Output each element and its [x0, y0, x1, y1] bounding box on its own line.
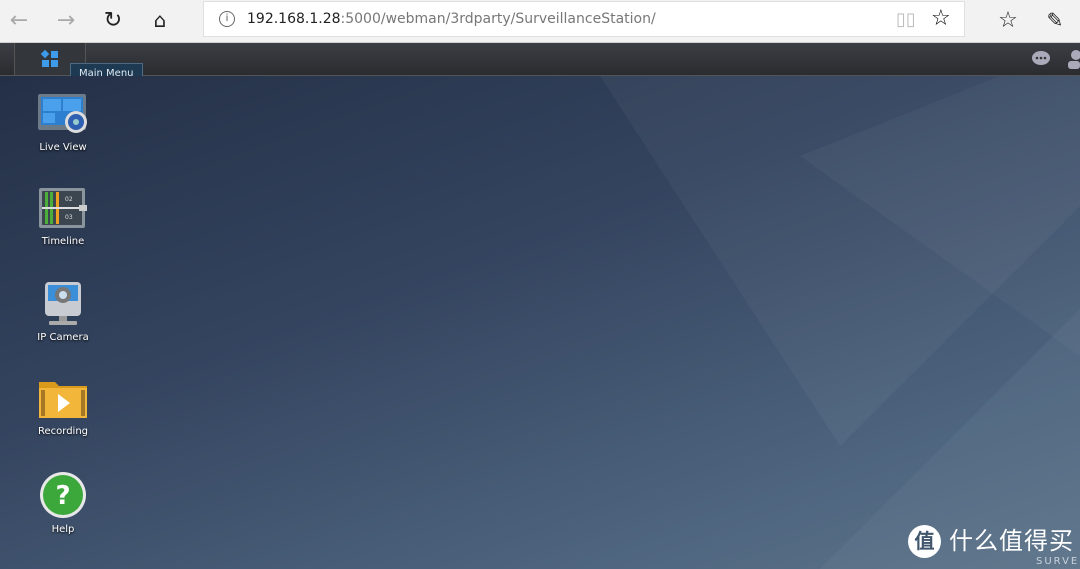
browser-toolbar: ← → ↻ ⌂ i 192.168.1.28:5000/webman/3rdpa…: [0, 0, 1080, 43]
pen-icon[interactable]: ✎: [1040, 6, 1070, 34]
ip-camera-icon: [45, 282, 81, 325]
svg-text:?: ?: [55, 481, 70, 511]
corner-logo-text: SURVE: [1036, 556, 1080, 567]
desktop-item-label: Timeline: [41, 236, 85, 247]
desktop-item-label: Live View: [39, 142, 87, 153]
desktop-item-timeline[interactable]: 02 03 Timeline: [18, 186, 108, 247]
desktop-item-ip-camera[interactable]: IP Camera: [18, 280, 108, 343]
forward-icon[interactable]: →: [51, 6, 81, 34]
timeline-icon-text: 03: [65, 214, 73, 221]
desktop-item-label: IP Camera: [37, 332, 89, 343]
info-icon[interactable]: i: [219, 11, 235, 27]
url-path: :5000/webman/3rdparty/SurveillanceStatio…: [340, 11, 656, 27]
desktop-item-recording[interactable]: Recording: [18, 376, 108, 437]
timeline-icon-text: 02: [65, 196, 73, 203]
timeline-icon: 02 03: [39, 188, 87, 228]
recording-folder-icon: [39, 382, 87, 418]
desktop-item-help[interactable]: ? Help: [18, 470, 108, 535]
reading-view-icon[interactable]: ▯▯: [896, 9, 916, 30]
url-host: 192.168.1.28: [247, 11, 341, 27]
taskbar: [0, 43, 1080, 76]
desktop-item-live-view[interactable]: Live View: [18, 92, 108, 153]
favorites-list-icon[interactable]: ☆: [993, 6, 1023, 34]
back-icon[interactable]: ←: [4, 6, 34, 34]
main-menu-icon: [40, 49, 58, 67]
help-icon: ?: [40, 472, 86, 518]
watermark-logo: 值 什么值得买: [908, 525, 1074, 558]
address-bar[interactable]: i 192.168.1.28:5000/webman/3rdparty/Surv…: [203, 1, 965, 37]
watermark-text: 什么值得买: [949, 527, 1074, 555]
favorite-star-icon[interactable]: ☆: [931, 6, 951, 31]
background-shapes: [600, 76, 1080, 569]
live-view-icon: [38, 94, 87, 133]
desktop-item-label: Recording: [37, 426, 88, 437]
home-icon[interactable]: ⌂: [145, 6, 175, 34]
desktop-item-label: Help: [51, 524, 75, 535]
user-icon[interactable]: [1068, 49, 1080, 69]
desktop: Live View 02 03 Timeline IP Camera Recor…: [0, 76, 1080, 569]
chat-icon[interactable]: [1031, 50, 1051, 68]
url-text: 192.168.1.28:5000/webman/3rdparty/Survei…: [247, 11, 656, 27]
refresh-icon[interactable]: ↻: [98, 6, 128, 34]
watermark-badge: 值: [908, 525, 941, 558]
